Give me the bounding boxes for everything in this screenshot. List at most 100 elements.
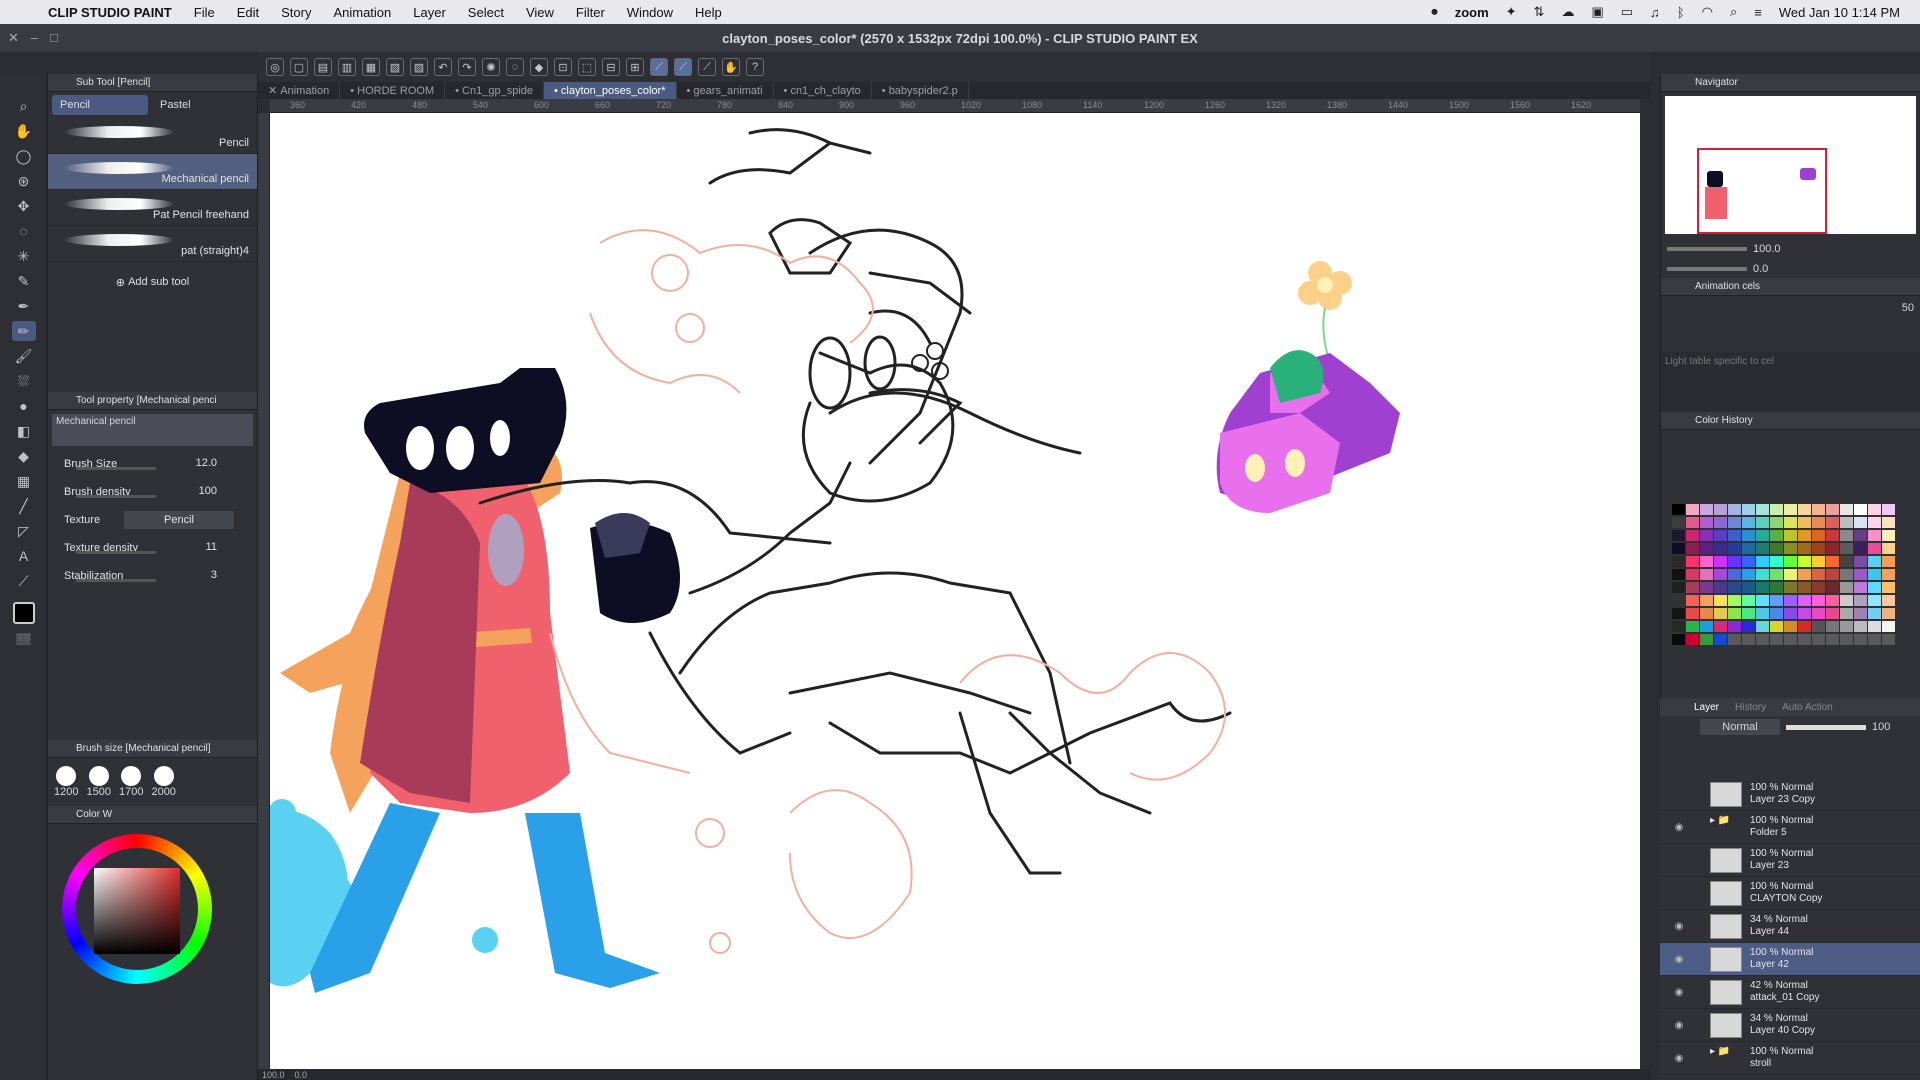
subtool-tab-pastel[interactable]: Pastel	[152, 95, 248, 115]
color-swatch[interactable]	[1700, 517, 1713, 528]
color-swatch[interactable]	[1742, 621, 1755, 632]
color-swatch[interactable]	[1770, 504, 1783, 515]
fill-icon[interactable]: ◆	[530, 58, 548, 76]
texture-row[interactable]: Texture Pencil	[48, 506, 257, 534]
maximize-window-icon[interactable]: □	[50, 30, 58, 46]
tab-layer[interactable]: Layer	[1694, 702, 1719, 713]
color-swatch[interactable]	[1798, 569, 1811, 580]
color-swatch[interactable]	[1784, 569, 1797, 580]
redo-icon[interactable]: ↷	[458, 58, 476, 76]
color-swatch[interactable]	[1882, 504, 1895, 515]
color-swatch[interactable]	[1770, 608, 1783, 619]
color-swatch[interactable]	[1742, 556, 1755, 567]
fill-icon[interactable]: ◆	[12, 446, 36, 466]
color-swatch[interactable]	[1714, 634, 1727, 645]
color-swatch[interactable]	[1770, 517, 1783, 528]
brush-item-pencil[interactable]: Pencil	[48, 118, 257, 154]
stabilization-slider[interactable]	[76, 579, 156, 582]
color-swatch[interactable]	[1812, 582, 1825, 593]
color-swatch[interactable]	[1798, 608, 1811, 619]
color-swatch[interactable]	[1728, 634, 1741, 645]
color-swatch[interactable]	[1840, 530, 1853, 541]
color-swatch[interactable]	[1728, 582, 1741, 593]
color-swatch[interactable]	[1686, 621, 1699, 632]
color-swatch[interactable]	[1826, 621, 1839, 632]
color-swatch[interactable]	[1798, 504, 1811, 515]
color-swatch[interactable]	[1854, 504, 1867, 515]
wifi-icon[interactable]: ◠	[1702, 4, 1713, 20]
color-swatch[interactable]	[1840, 543, 1853, 554]
color-swatch[interactable]	[1798, 634, 1811, 645]
clip-studio-icon[interactable]: ◎	[266, 58, 284, 76]
color-swatch[interactable]	[1672, 556, 1685, 567]
screen-icon[interactable]: ▣	[1591, 4, 1603, 20]
color-swatch[interactable]	[1784, 634, 1797, 645]
color-swatch[interactable]	[1672, 530, 1685, 541]
color-swatch[interactable]	[1672, 621, 1685, 632]
color-swatch[interactable]	[1854, 634, 1867, 645]
color-swatch[interactable]	[1672, 595, 1685, 606]
color-swatch[interactable]	[1854, 621, 1867, 632]
zoom-value[interactable]: 100.0	[1753, 243, 1781, 255]
color-swatch[interactable]	[1700, 543, 1713, 554]
color-swatch[interactable]	[1714, 595, 1727, 606]
brush-size-value[interactable]: 12.0	[196, 457, 217, 469]
audio-icon[interactable]: ♫	[1650, 5, 1660, 20]
eye-icon[interactable]: ◉	[1670, 954, 1688, 965]
color-swatch[interactable]	[1798, 543, 1811, 554]
color-swatch[interactable]	[1798, 595, 1811, 606]
grid-icon[interactable]: ⊞	[626, 58, 644, 76]
tab-gears-animati[interactable]: • gears_animati	[677, 82, 774, 99]
subtool-tab-pencil[interactable]: Pencil	[52, 95, 148, 115]
tab-animation[interactable]: ✕ Animation	[258, 82, 341, 99]
color-swatch[interactable]	[1742, 569, 1755, 580]
brush-size-slider[interactable]	[76, 467, 156, 470]
color-swatch[interactable]	[1700, 556, 1713, 567]
color-swatch[interactable]	[1840, 582, 1853, 593]
brush-item-mechanical-pencil[interactable]: Mechanical pencil	[48, 154, 257, 190]
color-wheel-area[interactable]	[48, 824, 257, 994]
color-swatch[interactable]	[1798, 556, 1811, 567]
extension-icon[interactable]: ✦	[1506, 4, 1517, 20]
snap-icon[interactable]: ⊟	[602, 58, 620, 76]
color-swatch[interactable]	[1826, 595, 1839, 606]
clock[interactable]: Wed Jan 10 1:14 PM	[1779, 5, 1900, 20]
color-swatch[interactable]	[1728, 517, 1741, 528]
color-swatch[interactable]	[1686, 556, 1699, 567]
color-swatch[interactable]	[1756, 608, 1769, 619]
navigator-preview[interactable]	[1665, 96, 1916, 234]
color-swatch[interactable]	[1728, 530, 1741, 541]
color-swatch[interactable]	[1672, 608, 1685, 619]
brush-item-pat-straight[interactable]: pat (straight)4	[48, 226, 257, 262]
figure-icon[interactable]: ╱	[12, 496, 36, 516]
color-swatch[interactable]	[1742, 634, 1755, 645]
color-swatch[interactable]	[1882, 582, 1895, 593]
color-swatch[interactable]	[1826, 517, 1839, 528]
settings-icon[interactable]: ✺	[482, 58, 500, 76]
tab-horde-room[interactable]: • HORDE ROOM	[340, 82, 446, 99]
zoom-slider[interactable]	[1667, 247, 1747, 251]
color-swatch[interactable]	[1798, 582, 1811, 593]
color-swatch[interactable]	[1826, 569, 1839, 580]
color-swatch[interactable]	[1686, 634, 1699, 645]
color-swatch[interactable]	[1868, 621, 1881, 632]
search-icon[interactable]: ⌕	[1730, 4, 1737, 20]
color-swatch[interactable]	[1882, 608, 1895, 619]
line-snap-icon[interactable]: ⟋	[674, 58, 692, 76]
menu-edit[interactable]: Edit	[237, 5, 259, 20]
zoom-icon[interactable]: ⌕	[12, 96, 36, 116]
color-swatch[interactable]	[1840, 621, 1853, 632]
color-swatch[interactable]	[1770, 543, 1783, 554]
record-icon[interactable]: ⏺	[1431, 4, 1438, 20]
gradient-icon[interactable]: ▦	[12, 471, 36, 491]
eye-icon[interactable]: ◉	[1670, 987, 1688, 998]
drawing-canvas[interactable]	[270, 113, 1640, 1069]
lighttable-opacity[interactable]: 50	[1902, 302, 1914, 314]
color-swatch[interactable]	[1700, 530, 1713, 541]
export-icon[interactable]: ▦	[362, 58, 380, 76]
stabilization-row[interactable]: Stabilization 3	[48, 562, 257, 590]
color-swatch[interactable]	[1882, 634, 1895, 645]
color-swatch[interactable]	[1812, 595, 1825, 606]
color-swatch[interactable]	[1882, 543, 1895, 554]
color-swatch[interactable]	[1812, 608, 1825, 619]
